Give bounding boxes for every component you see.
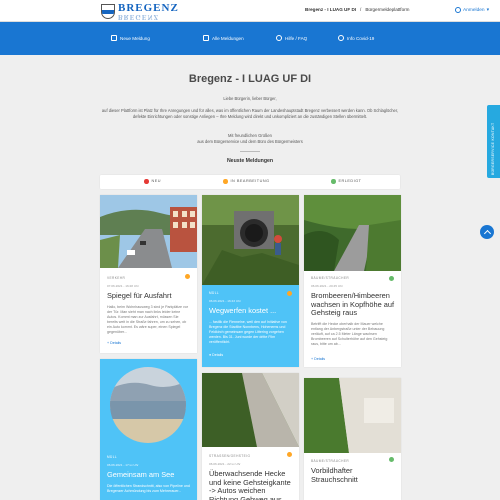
scroll-up-button[interactable] <box>480 225 494 239</box>
filter-label: NEU <box>151 179 162 184</box>
status-in-progress-dot <box>287 291 292 296</box>
breadcrumb-separator: / <box>360 7 362 12</box>
details-link[interactable]: ● Details <box>209 353 292 357</box>
card-date: 06.06.2021 - 22:xx Uhr <box>209 462 241 466</box>
nav-info-covid[interactable]: Info Covid-19 <box>338 35 374 41</box>
report-card[interactable]: BÄUME/STRÄUCHER 06.06.2021 - 20:45 Uhr B… <box>304 195 401 367</box>
section-title: Neuste Meldungen <box>226 158 274 164</box>
details-link[interactable]: + Details <box>311 357 394 361</box>
chevron-down-icon: ▾ <box>486 7 490 13</box>
card-title[interactable]: Gemeinsam am See <box>107 470 190 480</box>
logo-reflection: BREGENZ <box>118 13 160 21</box>
card-text: Betrifft die Hecke oberhalb der Mauer we… <box>311 321 388 346</box>
report-card[interactable]: MÜLL 06.06.2021 - 17:xx Uhr Gemeinsam am… <box>100 359 197 500</box>
side-tab-label: BÜRGERSERVICE KONTAKT <box>491 122 495 175</box>
card-category: MÜLL <box>209 291 220 295</box>
nav-label: Neue Meldung <box>120 35 150 41</box>
nav-label: Alle Meldungen <box>212 35 244 41</box>
report-photo <box>100 195 197 268</box>
card-category: MÜLL <box>107 455 118 459</box>
details-link[interactable]: + Details <box>107 341 190 345</box>
nav-label: Hilfe / FAQ <box>285 35 308 41</box>
nav-label: Info Covid-19 <box>347 35 375 41</box>
coat-of-arms-icon <box>101 4 115 19</box>
status-in-progress-dot <box>223 179 228 184</box>
intro-closing-2: aus dem Bürgerservice und dem Büro des B… <box>197 139 303 144</box>
contact-side-tab[interactable]: BÜRGERSERVICE KONTAKT <box>487 105 500 178</box>
card-text: ... fastlik die Flennelne, weil den auf … <box>209 319 287 344</box>
page-title: Bregenz - I LUAG UF DI <box>188 73 312 85</box>
intro-greeting: Liebe Bürgerin, lieber Bürger, <box>223 96 277 101</box>
report-card[interactable]: BÄUME/STRÄUCHER Vorbildhafter Strauchsch… <box>304 378 401 500</box>
card-category: VERKEHR <box>107 276 126 280</box>
card-date: 06.06.2021 - 20:45 Uhr <box>311 284 343 288</box>
card-title[interactable]: Spiegel für Ausfahrt <box>107 291 190 301</box>
card-date: 06.06.2021 - 17:xx Uhr <box>107 463 139 467</box>
report-photo <box>304 195 401 271</box>
intro-closing-1: Mit freundlichen Grüßen <box>228 133 272 138</box>
filter-label: IN BEARBEITUNG <box>230 179 270 184</box>
details-label: Details <box>212 352 224 357</box>
nav-new-report[interactable]: Neue Meldung <box>111 35 150 41</box>
login-button[interactable]: Anmelden ▾ <box>455 7 489 13</box>
nav-all-reports[interactable]: Alle Meldungen <box>203 35 244 41</box>
details-label: Details <box>110 340 122 345</box>
report-photo <box>202 195 299 285</box>
card-date: 07.06.2021 - 16:28 Uhr <box>107 284 139 288</box>
nav-help-faq[interactable]: Hilfe / FAQ <box>276 35 307 41</box>
report-card[interactable]: STRASSEN/GEHSTEIG 06.06.2021 - 22:xx Uhr… <box>202 373 299 500</box>
report-card[interactable]: MÜLL 06.06.2021 - 16:43 Uhr Wegwerfen ko… <box>202 195 299 367</box>
status-filter-bar: NEU IN BEARBEITUNG ERLEDIGT <box>100 175 400 189</box>
breadcrumb-current[interactable]: Bregenz - I LUAG UF DI <box>305 7 356 12</box>
card-text: Die öffentlichen Strandschnitt, also von… <box>107 483 190 493</box>
filter-label: ERLEDIGT <box>338 179 362 184</box>
card-category: STRASSEN/GEHSTEIG <box>209 454 251 458</box>
report-photo <box>304 378 401 453</box>
card-text: Hallo, beim Wohnhausweg 3 sind je Parkpl… <box>107 304 189 334</box>
card-category: BÄUME/STRÄUCHER <box>311 459 350 463</box>
filter-done[interactable]: ERLEDIGT <box>331 179 362 184</box>
card-title[interactable]: Vorbildhafter Strauchschnitt <box>311 466 394 484</box>
intro-paragraph: auf dieser Plattform ist Platz für Ihre … <box>101 108 399 119</box>
login-label: Anmelden <box>463 7 485 13</box>
card-title[interactable]: Wegwerfen kostet ... <box>209 306 292 316</box>
help-icon <box>276 35 282 41</box>
report-photo <box>202 373 299 447</box>
filter-in-progress[interactable]: IN BEARBEITUNG <box>223 179 270 184</box>
info-icon <box>338 35 344 41</box>
report-card[interactable]: VERKEHR 07.06.2021 - 16:28 Uhr Spiegel f… <box>100 195 197 353</box>
card-category: BÄUME/STRÄUCHER <box>311 276 350 280</box>
status-done-dot <box>331 179 336 184</box>
card-date: 06.06.2021 - 16:43 Uhr <box>209 299 241 303</box>
filter-new[interactable]: NEU <box>144 179 161 184</box>
report-photo <box>100 359 197 449</box>
top-bar: BREGENZ BREGENZ Bregenz - I LUAG UF DI /… <box>0 0 500 22</box>
breadcrumb: Bregenz - I LUAG UF DI / Bürgermeldeplat… <box>305 7 410 12</box>
section-divider <box>240 151 260 152</box>
card-title[interactable]: Brombeeren/Himbeeren wachsen in Kopfhöhe… <box>311 291 394 318</box>
details-label: Details <box>314 356 326 361</box>
status-new-dot <box>144 179 149 184</box>
card-title[interactable]: Überwachsende Hecke und keine Gehsteigka… <box>209 469 292 500</box>
main-nav: Neue Meldung Alle Meldungen Hilfe / FAQ … <box>0 22 500 55</box>
bregenz-logo[interactable]: BREGENZ BREGENZ <box>101 3 179 21</box>
breadcrumb-parent[interactable]: Bürgermeldeplattform <box>365 7 409 12</box>
list-icon <box>203 35 209 41</box>
pencil-icon <box>111 35 117 41</box>
user-icon <box>455 7 461 13</box>
